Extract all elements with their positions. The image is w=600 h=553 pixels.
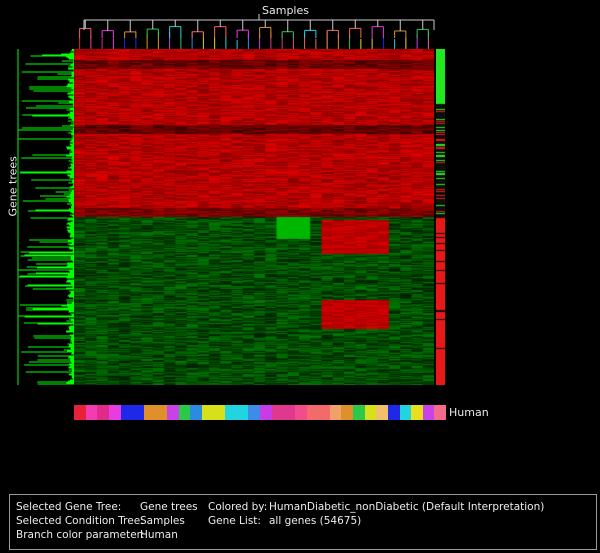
sample-color-cell[interactable] xyxy=(167,405,179,420)
sample-color-cell[interactable] xyxy=(178,405,191,420)
colored-by-key: Colored by: xyxy=(208,501,268,513)
sample-color-cell[interactable] xyxy=(190,405,202,420)
expression-heatmap[interactable] xyxy=(74,49,434,385)
sample-color-cell[interactable] xyxy=(399,405,412,420)
sample-color-cell[interactable] xyxy=(236,405,249,420)
sample-color-cell[interactable] xyxy=(422,405,435,420)
sample-color-cell[interactable] xyxy=(248,405,260,420)
sample-color-cell[interactable] xyxy=(329,405,342,420)
sample-parameter-strip[interactable] xyxy=(74,405,446,420)
sample-color-cell[interactable] xyxy=(271,405,284,420)
sample-color-cell[interactable] xyxy=(376,405,388,420)
sample-color-cell[interactable] xyxy=(155,405,167,420)
branch-color-key: Branch color parameter: xyxy=(16,529,145,541)
selected-gene-tree-value: Gene trees xyxy=(140,501,198,513)
sample-color-cell[interactable] xyxy=(97,405,109,420)
sample-color-cell[interactable] xyxy=(294,405,307,420)
cluster-color-bar xyxy=(436,49,445,385)
sample-dendrogram[interactable] xyxy=(74,10,444,50)
selected-gene-tree-key: Selected Gene Tree: xyxy=(16,501,122,513)
sample-color-cell[interactable] xyxy=(108,405,121,420)
gene-dendrogram[interactable] xyxy=(12,49,74,385)
sample-color-cell[interactable] xyxy=(434,405,446,420)
branch-color-value: Human xyxy=(140,529,178,541)
sample-color-cell[interactable] xyxy=(306,405,319,420)
sample-color-cell[interactable] xyxy=(85,405,98,420)
sample-color-cell[interactable] xyxy=(387,405,400,420)
sample-color-cell[interactable] xyxy=(318,405,330,420)
sample-color-cell[interactable] xyxy=(283,405,295,420)
sample-color-cell[interactable] xyxy=(364,405,377,420)
sample-color-cell[interactable] xyxy=(132,405,144,420)
sample-color-cell[interactable] xyxy=(260,405,272,420)
sample-color-cell[interactable] xyxy=(341,405,353,420)
sample-color-cell[interactable] xyxy=(143,405,156,420)
sample-color-cell[interactable] xyxy=(411,405,423,420)
selected-condition-tree-key: Selected Condition Tree: xyxy=(16,515,144,527)
sample-color-cell[interactable] xyxy=(353,405,365,420)
sample-color-cell[interactable] xyxy=(225,405,237,420)
sample-color-cell[interactable] xyxy=(74,405,86,420)
sample-color-cell[interactable] xyxy=(201,405,214,420)
human-parameter-label: Human xyxy=(449,406,489,419)
gene-trees-label: Gene trees xyxy=(6,156,20,217)
gene-list-key: Gene List: xyxy=(208,515,261,527)
info-panel: Selected Gene Tree: Gene trees Selected … xyxy=(9,494,597,550)
tree-view-window: Samples Gene trees Human Selected Gene T… xyxy=(0,0,600,553)
selected-condition-tree-value: Samples xyxy=(140,515,185,527)
sample-color-cell[interactable] xyxy=(213,405,226,420)
sample-color-cell[interactable] xyxy=(120,405,133,420)
colored-by-value: HumanDiabetic_nonDiabetic (Default Inter… xyxy=(269,501,545,513)
gene-list-value: all genes (54675) xyxy=(269,515,362,527)
